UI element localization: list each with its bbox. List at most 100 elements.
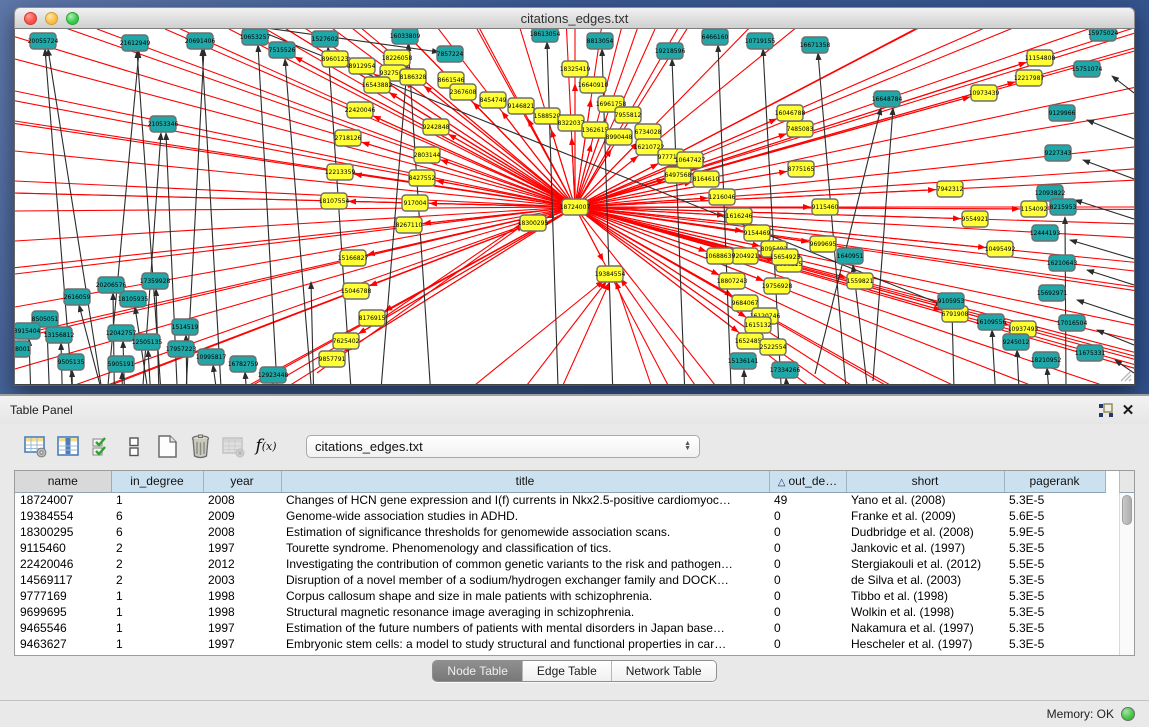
network-node[interactable]: 12444193 — [1030, 225, 1061, 241]
network-node[interactable]: 9154469 — [744, 225, 771, 241]
network-node[interactable]: 12213359 — [325, 164, 356, 180]
network-node[interactable]: 2616059 — [64, 289, 91, 305]
network-node[interactable]: 1559821 — [847, 273, 874, 289]
network-node[interactable]: 10495492 — [985, 241, 1016, 257]
table-cell[interactable]: Changes of HCN gene expression and I(f) … — [281, 492, 769, 508]
network-node[interactable]: 10688639 — [705, 248, 736, 264]
tab-node-table[interactable]: Node Table — [433, 661, 523, 681]
network-node[interactable]: 16033809 — [390, 29, 421, 44]
table-cell[interactable]: 1 — [111, 620, 203, 636]
column-header-out_de[interactable]: △out_de… — [769, 471, 846, 492]
table-cell[interactable]: 2 — [111, 572, 203, 588]
tab-network-table[interactable]: Network Table — [612, 661, 716, 681]
table-cell[interactable]: 0 — [769, 620, 846, 636]
scrollbar-thumb[interactable] — [1122, 495, 1132, 525]
table-cell[interactable]: Disruption of a novel member of a sodium… — [281, 572, 769, 588]
network-node[interactable]: 7204921 — [732, 248, 759, 264]
delete-column-icon[interactable] — [185, 432, 215, 460]
network-node[interactable]: 16782759 — [228, 356, 259, 372]
network-canvas[interactable]: 8960123891295418226058932750816543882818… — [14, 29, 1135, 385]
network-node[interactable]: 7857224 — [437, 46, 464, 62]
table-cell[interactable]: 1997 — [203, 636, 281, 652]
network-node[interactable]: 7515526 — [269, 42, 296, 58]
select-all-icon[interactable] — [86, 432, 116, 460]
table-cell[interactable]: 2008 — [203, 492, 281, 508]
table-cell[interactable]: 0 — [769, 508, 846, 524]
network-node[interactable]: 19384554 — [595, 266, 626, 282]
table-cell[interactable]: 18724007 — [15, 492, 111, 508]
network-node[interactable]: 10973439 — [969, 85, 1000, 101]
table-cell[interactable]: Nakamura et al. (1997) — [846, 620, 1004, 636]
table-cell[interactable]: 5.3E-5 — [1004, 636, 1105, 652]
function-builder-icon[interactable]: f(x) — [251, 432, 281, 460]
network-node[interactable]: 15046788 — [341, 283, 372, 299]
network-node[interactable]: 8164610 — [693, 171, 720, 187]
network-node[interactable]: 15751074 — [1072, 61, 1103, 77]
table-cell[interactable]: Jankovic et al. (1997) — [846, 540, 1004, 556]
network-node[interactable]: 19218596 — [655, 43, 686, 59]
table-cell[interactable]: Investigating the contribution of common… — [281, 556, 769, 572]
network-node[interactable]: 8912954 — [349, 58, 376, 74]
network-node[interactable]: 7625402 — [333, 333, 360, 349]
close-window-icon[interactable] — [24, 12, 37, 25]
network-node[interactable]: 12505135 — [132, 334, 163, 350]
network-node[interactable]: 18613054 — [530, 29, 561, 42]
float-window-icon[interactable] — [1095, 400, 1117, 420]
network-node[interactable]: 6466160 — [702, 29, 729, 45]
network-node[interactable]: 21053346 — [148, 116, 179, 132]
table-cell[interactable]: Franke et al. (2009) — [846, 508, 1004, 524]
table-cell[interactable]: 5.3E-5 — [1004, 492, 1105, 508]
table-cell[interactable]: Stergiakouli et al. (2012) — [846, 556, 1004, 572]
network-node[interactable]: 12923448 — [258, 367, 289, 383]
table-cell[interactable]: 9465546 — [15, 620, 111, 636]
network-node[interactable]: 15166827 — [338, 250, 369, 266]
table-cell[interactable]: 5.3E-5 — [1004, 604, 1105, 620]
table-cell[interactable]: 9463627 — [15, 636, 111, 652]
column-header-title[interactable]: title — [281, 471, 769, 492]
network-node[interactable]: 8267110 — [396, 217, 423, 233]
network-node[interactable]: 13156812 — [44, 327, 75, 343]
column-header-name[interactable]: name — [15, 471, 111, 492]
network-node[interactable]: 10647427 — [675, 152, 706, 168]
table-cell[interactable]: 0 — [769, 524, 846, 540]
table-cell[interactable]: Corpus callosum shape and size in male p… — [281, 588, 769, 604]
network-node[interactable]: 17957223 — [166, 341, 197, 357]
table-cell[interactable]: Wolkin et al. (1998) — [846, 604, 1004, 620]
network-node[interactable]: 1514519 — [172, 319, 199, 335]
network-node[interactable]: 22420046 — [345, 102, 376, 118]
network-node[interactable]: 1154092 — [1021, 201, 1048, 217]
table-cell[interactable]: 19384554 — [15, 508, 111, 524]
network-node[interactable]: 18105935 — [118, 291, 149, 307]
table-cell[interactable]: 0 — [769, 636, 846, 652]
minimize-window-icon[interactable] — [45, 12, 58, 25]
table-cell[interactable]: Structural magnetic resonance image aver… — [281, 604, 769, 620]
network-node[interactable]: 18107554 — [319, 193, 350, 209]
table-cell[interactable]: Estimation of the future numbers of pati… — [281, 620, 769, 636]
network-node[interactable]: 18210952 — [1031, 352, 1062, 368]
network-node[interactable]: 9699695 — [810, 236, 837, 252]
table-row[interactable]: 911546021997Tourette syndrome. Phenomeno… — [15, 540, 1105, 556]
network-node[interactable]: 1640951 — [837, 248, 864, 264]
table-cell[interactable]: 5.9E-5 — [1004, 524, 1105, 540]
network-node[interactable]: 7485083 — [787, 121, 814, 137]
network-node[interactable]: 1616246 — [726, 208, 753, 224]
network-node[interactable]: 8186328 — [400, 69, 427, 85]
column-header-in_degree[interactable]: in_degree — [111, 471, 203, 492]
table-cell[interactable]: 6 — [111, 524, 203, 540]
network-node[interactable]: 6734028 — [635, 124, 662, 140]
network-node[interactable]: 6497568 — [665, 167, 692, 183]
table-cell[interactable]: Dudbridge et al. (2008) — [846, 524, 1004, 540]
table-cell[interactable]: 5.3E-5 — [1004, 572, 1105, 588]
table-cell[interactable]: 1 — [111, 588, 203, 604]
column-header-pagerank[interactable]: pagerank — [1004, 471, 1105, 492]
table-cell[interactable]: 2003 — [203, 572, 281, 588]
network-node[interactable]: 1216046 — [709, 189, 736, 205]
network-node[interactable]: 18226058 — [382, 50, 413, 66]
network-node[interactable]: 8176915 — [359, 310, 386, 326]
close-panel-icon[interactable]: ✕ — [1117, 400, 1139, 420]
network-node[interactable]: 9857791 — [319, 351, 346, 367]
network-node[interactable]: 17359928 — [140, 273, 171, 289]
table-cell[interactable]: Hescheler et al. (1997) — [846, 636, 1004, 652]
network-node[interactable]: 11675331 — [1075, 345, 1106, 361]
table-row[interactable]: 1830029562008Estimation of significance … — [15, 524, 1105, 540]
